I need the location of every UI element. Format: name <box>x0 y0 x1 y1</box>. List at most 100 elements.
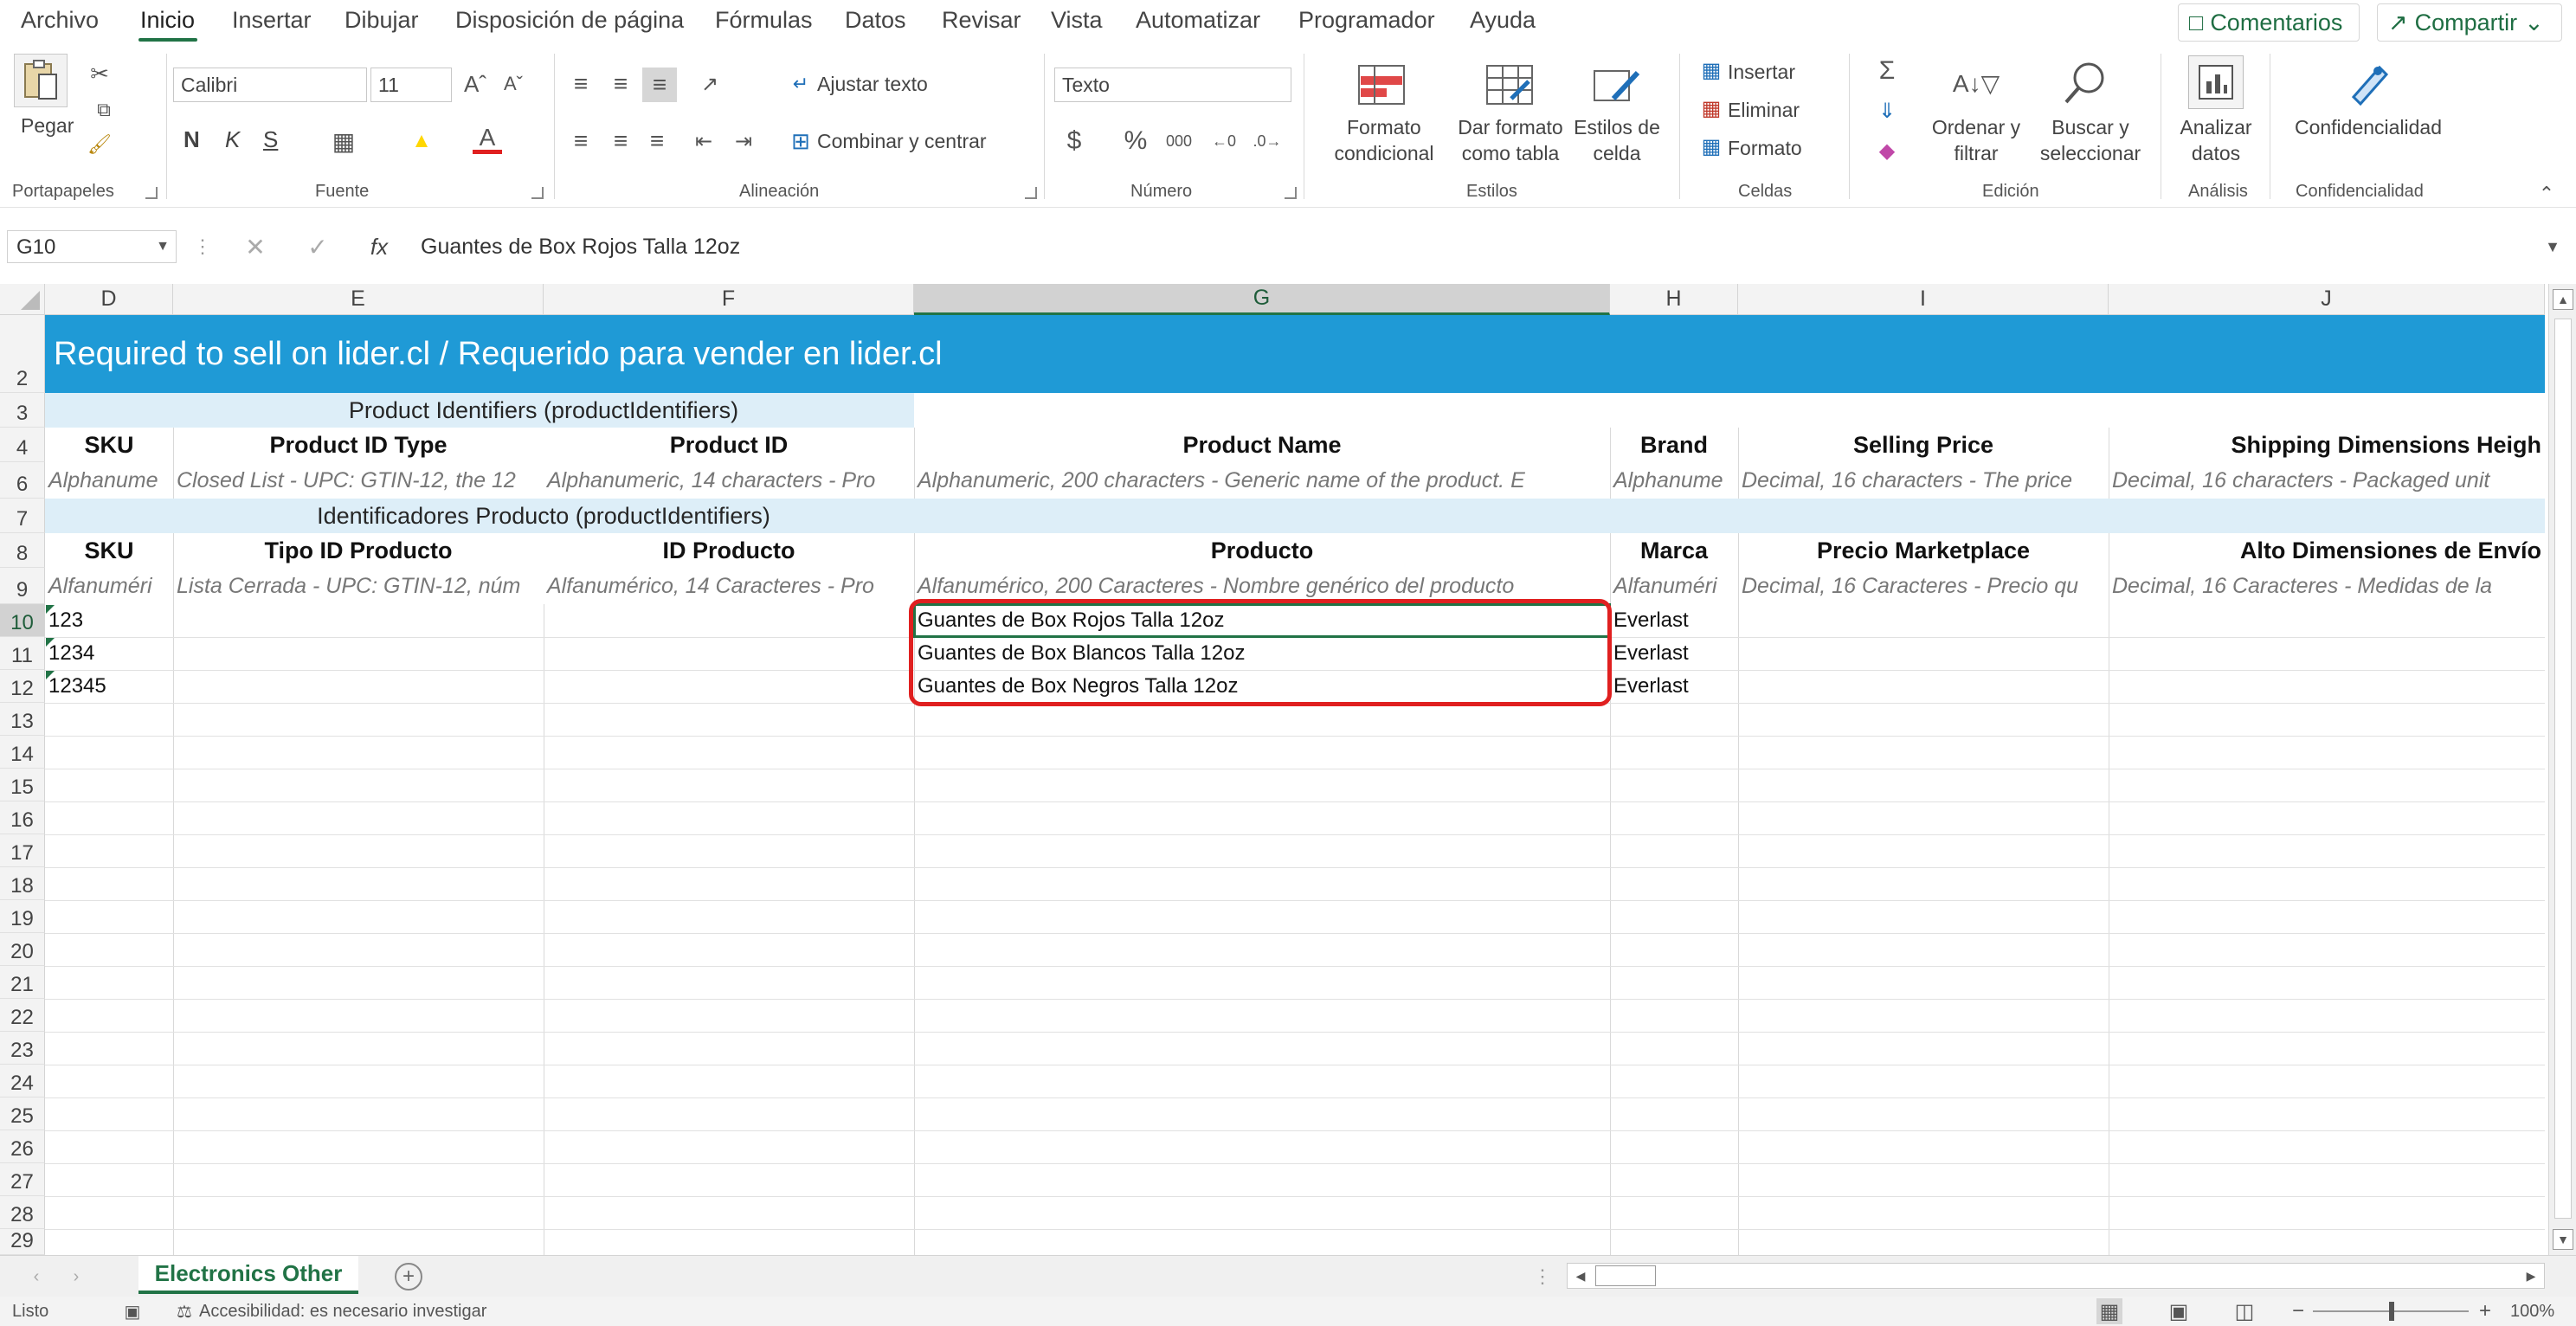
row-header[interactable]: 25 <box>0 1097 45 1130</box>
row-header[interactable]: 17 <box>0 834 45 867</box>
scrollbar-thumb[interactable] <box>1595 1265 1656 1286</box>
column-header-f[interactable]: F <box>544 284 914 315</box>
row-header-selected[interactable]: 10 <box>0 604 45 637</box>
cell-sku[interactable]: 123 <box>45 604 173 637</box>
underline-button[interactable]: S <box>263 126 278 152</box>
row-header[interactable]: 24 <box>0 1065 45 1097</box>
copy-icon[interactable]: ⧉ <box>87 97 121 123</box>
row-header[interactable]: 16 <box>0 801 45 834</box>
expand-formula-icon[interactable]: ▼ <box>2540 234 2566 260</box>
align-bottom-icon[interactable]: ≡ <box>642 68 677 102</box>
number-format-select[interactable]: Texto <box>1054 68 1291 102</box>
scroll-right-icon[interactable]: ▶ <box>2520 1265 2542 1287</box>
zoom-in-icon[interactable]: + <box>2476 1298 2495 1324</box>
find-select-label-1[interactable]: Buscar y <box>2034 114 2147 140</box>
share-button[interactable]: ↗ Compartir ⌄ <box>2377 3 2562 42</box>
paste-label[interactable]: Pegar <box>21 113 74 138</box>
borders-icon[interactable]: ▦ <box>329 128 358 155</box>
font-color-icon[interactable]: A <box>473 124 502 154</box>
delete-cells-icon[interactable]: ▦ <box>1698 95 1724 121</box>
splitter-icon[interactable]: ⋮ <box>1533 1265 1552 1289</box>
next-sheet-icon[interactable]: › <box>66 1265 87 1289</box>
shrink-font-icon[interactable]: Aˇ <box>499 69 528 99</box>
row-header[interactable]: 19 <box>0 900 45 933</box>
insert-cells-icon[interactable]: ▦ <box>1698 57 1724 83</box>
search-icon[interactable] <box>2058 57 2110 109</box>
cut-icon[interactable]: ✂ <box>87 61 113 87</box>
name-box[interactable]: G10 <box>7 230 177 263</box>
format-as-table-label-2[interactable]: como tabla <box>1454 140 1567 166</box>
find-select-label-2[interactable]: seleccionar <box>2025 140 2155 166</box>
row-header[interactable]: 18 <box>0 867 45 900</box>
increase-decimal-icon[interactable]: ←0 <box>1207 126 1241 156</box>
insert-cells-button[interactable]: Insertar <box>1728 59 1795 85</box>
sort-filter-label-1[interactable]: Ordenar y <box>1930 114 2022 140</box>
scroll-left-icon[interactable]: ◀ <box>1569 1265 1592 1287</box>
column-header-g[interactable]: G <box>914 284 1610 315</box>
fill-color-icon[interactable]: ▲ <box>407 128 436 154</box>
wrap-text-icon[interactable]: ↵ <box>788 69 814 99</box>
analyze-data-label-2[interactable]: datos <box>2173 140 2259 166</box>
comma-style-icon[interactable]: 000 <box>1162 126 1196 156</box>
format-as-table-label-1[interactable]: Dar formato <box>1454 114 1567 140</box>
column-header-h[interactable]: H <box>1610 284 1738 315</box>
align-right-icon[interactable]: ≡ <box>642 126 672 156</box>
orientation-icon[interactable]: ↗ <box>692 69 727 99</box>
select-all-corner[interactable] <box>0 284 45 315</box>
clear-icon[interactable]: ◆ <box>1871 135 1903 166</box>
conditional-format-icon[interactable] <box>1356 62 1407 107</box>
enter-icon[interactable]: ✓ <box>303 232 332 261</box>
row-header[interactable]: 20 <box>0 933 45 966</box>
cell-styles-label-2[interactable]: celda <box>1572 140 1662 166</box>
row-header[interactable]: 12 <box>0 670 45 703</box>
increase-indent-icon[interactable]: ⇥ <box>729 126 758 156</box>
column-header-j[interactable]: J <box>2109 284 2545 315</box>
format-as-table-icon[interactable] <box>1484 62 1536 107</box>
macro-record-icon[interactable]: ▣ <box>121 1300 144 1323</box>
sensitivity-button[interactable]: Confidencialidad <box>2282 114 2455 140</box>
bold-button[interactable]: N <box>184 126 200 152</box>
menu-inicio[interactable]: Inicio <box>140 7 195 34</box>
cell-styles-icon[interactable] <box>1591 62 1643 107</box>
merge-center-icon[interactable]: ⊞ <box>788 126 814 156</box>
align-middle-icon[interactable]: ≡ <box>606 69 635 99</box>
number-launcher-icon[interactable] <box>1285 187 1297 199</box>
menu-automatizar[interactable]: Automatizar <box>1136 7 1260 34</box>
column-header-i[interactable]: I <box>1738 284 2109 315</box>
conditional-format-label-1[interactable]: Formato <box>1347 114 1421 140</box>
status-accessibility[interactable]: Accesibilidad: es necesario investigar <box>199 1302 486 1322</box>
format-painter-icon[interactable]: 🖌 <box>87 132 113 158</box>
row-header[interactable]: 22 <box>0 999 45 1032</box>
comments-button[interactable]: □ Comentarios <box>2178 3 2360 42</box>
collapse-ribbon-icon[interactable]: ⌃ <box>2536 183 2557 204</box>
cell-brand[interactable]: Everlast <box>1610 670 1738 703</box>
row-header[interactable]: 13 <box>0 703 45 736</box>
analyze-data-label-1[interactable]: Analizar <box>2173 114 2259 140</box>
zoom-slider-thumb[interactable] <box>2389 1302 2394 1321</box>
row-header[interactable]: 6 <box>0 462 45 499</box>
currency-icon[interactable]: $ <box>1059 126 1089 156</box>
cell-sku[interactable]: 12345 <box>45 670 173 703</box>
menu-ayuda[interactable]: Ayuda <box>1470 7 1536 34</box>
decrease-decimal-icon[interactable]: .0→ <box>1250 126 1285 156</box>
decrease-indent-icon[interactable]: ⇤ <box>689 126 718 156</box>
sort-filter-label-2[interactable]: filtrar <box>1930 140 2022 166</box>
wrap-text-button[interactable]: Ajustar texto <box>817 71 928 97</box>
cancel-icon[interactable]: ✕ <box>241 232 270 261</box>
scroll-down-icon[interactable]: ▼ <box>2553 1229 2573 1250</box>
conditional-format-label-2[interactable]: condicional <box>1319 140 1449 166</box>
merge-center-button[interactable]: Combinar y centrar <box>817 128 987 154</box>
percent-icon[interactable]: % <box>1118 126 1153 156</box>
accessibility-icon[interactable]: ⚖ <box>173 1300 196 1323</box>
sort-filter-icon[interactable]: A↓▽ <box>1946 57 2006 109</box>
scroll-up-icon[interactable]: ▲ <box>2553 289 2573 310</box>
row-header[interactable]: 28 <box>0 1196 45 1229</box>
cell-brand[interactable]: Everlast <box>1610 604 1738 637</box>
row-header[interactable]: 4 <box>0 428 45 462</box>
chevron-down-icon[interactable]: ▼ <box>152 234 173 260</box>
clipboard-launcher-icon[interactable] <box>145 187 158 199</box>
align-left-icon[interactable]: ≡ <box>566 126 596 156</box>
align-top-icon[interactable]: ≡ <box>566 69 596 99</box>
analyze-data-icon[interactable] <box>2188 55 2244 109</box>
cell-styles-label-1[interactable]: Estilos de <box>1572 114 1662 140</box>
